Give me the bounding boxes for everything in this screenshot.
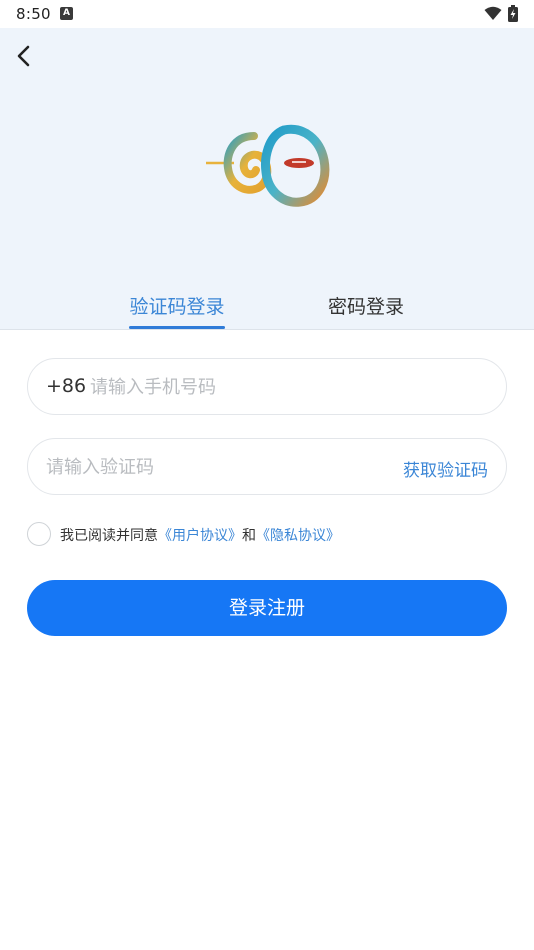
- app-logo: [204, 122, 330, 212]
- status-time: 8:50: [16, 5, 51, 23]
- back-button[interactable]: [10, 40, 38, 72]
- code-field: 获取验证码: [27, 438, 507, 495]
- agreement-prefix: 我已阅读并同意: [60, 528, 158, 544]
- agreement-checkbox[interactable]: [27, 522, 51, 546]
- country-code-prefix[interactable]: +86: [46, 375, 86, 397]
- get-code-button[interactable]: 获取验证码: [403, 456, 488, 481]
- agreement-text: 我已阅读并同意《用户协议》和《隐私协议》: [60, 525, 340, 545]
- chevron-left-icon: [17, 45, 30, 67]
- tab-sms-login[interactable]: 验证码登录: [122, 292, 232, 319]
- active-tab-indicator: [129, 326, 225, 329]
- agreement-row: 我已阅读并同意《用户协议》和《隐私协议》: [27, 522, 507, 547]
- tab-password-login[interactable]: 密码登录: [311, 292, 421, 319]
- agreement-and: 和: [242, 528, 256, 544]
- login-register-button[interactable]: 登录注册: [27, 580, 507, 636]
- wifi-icon: [484, 6, 502, 25]
- phone-field: +86: [27, 358, 507, 415]
- privacy-policy-link[interactable]: 《隐私协议》: [256, 528, 340, 544]
- user-agreement-link[interactable]: 《用户协议》: [158, 528, 242, 544]
- notification-icon: A: [60, 7, 73, 20]
- verification-code-input[interactable]: [46, 452, 386, 482]
- login-header: 验证码登录 密码登录: [0, 28, 534, 330]
- status-bar: 8:50 A: [0, 0, 534, 28]
- battery-icon: [508, 5, 518, 26]
- phone-input[interactable]: [90, 372, 490, 402]
